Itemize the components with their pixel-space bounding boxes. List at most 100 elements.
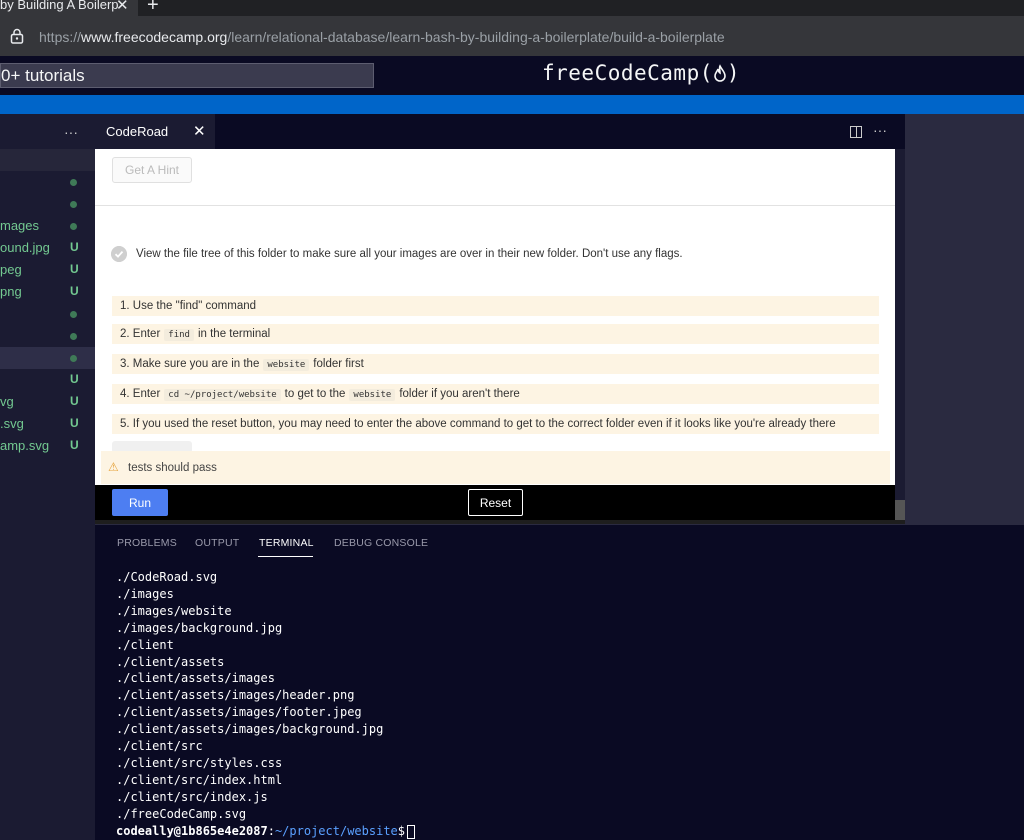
explorer-file-row[interactable]	[0, 171, 95, 193]
hint-item-4: 4. Enter cd ~/project/website to get to th…	[112, 384, 879, 404]
browser-tab[interactable]: by Building A Boilerp ✕	[0, 0, 138, 16]
editor-more-icon[interactable]: ···	[873, 122, 887, 138]
hint-text: 5. If you used the reset button, you may…	[120, 418, 836, 430]
terminal-line: ./images/background.jpg	[116, 620, 283, 635]
tab-output[interactable]: OUTPUT	[195, 537, 239, 549]
modified-dot-icon	[70, 201, 77, 208]
hint-text: 1. Use the "find" command	[120, 300, 257, 312]
fcc-logo-text: freeCodeCamp(	[542, 61, 713, 85]
file-name: .svg	[0, 416, 24, 431]
untracked-badge: U	[70, 416, 79, 430]
terminal-line: ./client/src/index.js	[116, 789, 268, 804]
hint-item-3: 3. Make sure you are in the website folder…	[112, 354, 879, 374]
hint-text: folder first	[313, 358, 364, 370]
prompt-separator: :	[267, 824, 275, 838]
terminal-line: ./client	[116, 637, 174, 652]
get-hint-button[interactable]: Get A Hint	[112, 157, 192, 183]
explorer-file-row[interactable]: mages	[0, 215, 95, 237]
terminal-line: ./client/assets/images/header.png	[116, 688, 355, 703]
tab-coderoad-label: CodeRoad	[106, 124, 169, 139]
modified-dot-icon	[70, 223, 77, 230]
explorer-file-row[interactable]: png U	[0, 281, 95, 303]
hint-item-1: 1. Use the "find" command	[112, 296, 879, 316]
fcc-logo[interactable]: freeCodeCamp()	[542, 61, 740, 85]
active-tab-indicator	[258, 556, 313, 557]
new-tab-icon[interactable]: +	[147, 0, 159, 17]
file-name: ound.jpg	[0, 240, 50, 255]
terminal-line: ./freeCodeCamp.svg	[116, 806, 247, 821]
terminal-line: ./client/assets/images	[116, 671, 275, 686]
explorer-file-row[interactable]: vg U	[0, 391, 95, 413]
explorer-file-row[interactable]: U	[0, 369, 95, 391]
untracked-badge: U	[70, 372, 79, 386]
close-icon[interactable]: ✕	[193, 122, 206, 140]
hint-item-5: 5. If you used the reset button, you may…	[112, 414, 879, 434]
modified-dot-icon	[70, 355, 77, 362]
explorer-file-row[interactable]	[0, 347, 95, 369]
modified-dot-icon	[70, 333, 77, 340]
tab-debug-console[interactable]: DEBUG CONSOLE	[334, 537, 428, 549]
tab-terminal[interactable]: TERMINAL	[259, 537, 314, 549]
untracked-badge: U	[70, 438, 79, 452]
terminal-line: ./CodeRoad.svg	[116, 570, 218, 584]
explorer-more-icon[interactable]: ···	[64, 124, 78, 140]
fcc-search-placeholder: 0+ tutorials	[1, 66, 85, 85]
tutorial-scrollbar[interactable]	[895, 149, 905, 520]
terminal-cursor	[407, 824, 416, 839]
hint-text: folder if you aren't there	[399, 388, 520, 400]
terminal-line: ./client/src	[116, 739, 203, 753]
url-path: /learn/relational-database/learn-bash-by…	[227, 29, 725, 45]
divider	[95, 205, 895, 206]
untracked-badge: U	[70, 284, 79, 298]
explorer-file-row[interactable]	[0, 325, 95, 347]
hint-text: 3. Make sure you are in the	[120, 358, 260, 370]
terminal-line: ./client/src/styles.css	[116, 755, 283, 770]
editor-empty-area	[905, 114, 1024, 524]
task-description: View the file tree of this folder to mak…	[136, 248, 683, 260]
explorer-file-row[interactable]: ound.jpg U	[0, 237, 95, 259]
hint-text: 2. Enter	[120, 328, 161, 340]
scrollbar-thumb[interactable]	[895, 500, 905, 520]
warning-icon: ⚠	[108, 460, 119, 474]
url-text[interactable]: https://www.freecodecamp.org/learn/relat…	[39, 29, 725, 45]
url-prefix: https://	[39, 29, 82, 45]
file-name: amp.svg	[0, 438, 50, 453]
fcc-search-box[interactable]: 0+ tutorials	[0, 63, 374, 88]
lock-icon[interactable]	[10, 28, 24, 44]
file-name: mages	[0, 218, 40, 233]
untracked-badge: U	[70, 240, 79, 254]
hint-code: website	[349, 389, 396, 401]
address-bar[interactable]: https://www.freecodecamp.org/learn/relat…	[0, 16, 1024, 56]
terminal-line: ./client/assets/images/footer.jpeg	[116, 705, 362, 720]
progress-strip	[0, 95, 1024, 114]
url-domain: www.freecodecamp.org	[81, 29, 228, 45]
check-circle-icon	[111, 246, 127, 262]
terminal-prompt[interactable]: codeally@1b865e4e2087:~/project/website$	[116, 824, 416, 839]
close-tab-icon[interactable]: ✕	[116, 0, 129, 14]
reset-button[interactable]: Reset	[468, 489, 523, 516]
file-name: vg	[0, 394, 14, 409]
untracked-badge: U	[70, 394, 79, 408]
terminal-line: ./images	[116, 586, 174, 601]
explorer-section-header[interactable]	[0, 149, 95, 171]
untracked-badge: U	[70, 262, 79, 276]
tab-problems[interactable]: PROBLEMS	[117, 537, 177, 549]
explorer-file-row[interactable]: peg U	[0, 259, 95, 281]
split-editor-icon[interactable]	[850, 126, 862, 138]
fcc-navbar: 0+ tutorials freeCodeCamp()	[0, 56, 1024, 95]
fcc-logo-close: )	[726, 61, 741, 85]
hint-text: to get to the	[284, 388, 346, 400]
prompt-user: codeally@1b865e4e2087	[116, 824, 268, 838]
hint-text: in the terminal	[197, 328, 271, 340]
editor-tab-bar	[95, 114, 905, 149]
flame-icon	[714, 64, 726, 82]
hint-code: website	[263, 359, 310, 371]
hint-code: find	[164, 329, 194, 341]
run-button[interactable]: Run	[112, 489, 168, 516]
explorer-file-row[interactable]: amp.svg U	[0, 435, 95, 457]
explorer-file-row[interactable]	[0, 193, 95, 215]
explorer-file-row[interactable]	[0, 303, 95, 325]
explorer-file-row[interactable]: .svg U	[0, 413, 95, 435]
hint-item-2: 2. Enter find in the terminal	[112, 324, 879, 344]
hint-text: 4. Enter	[120, 388, 161, 400]
